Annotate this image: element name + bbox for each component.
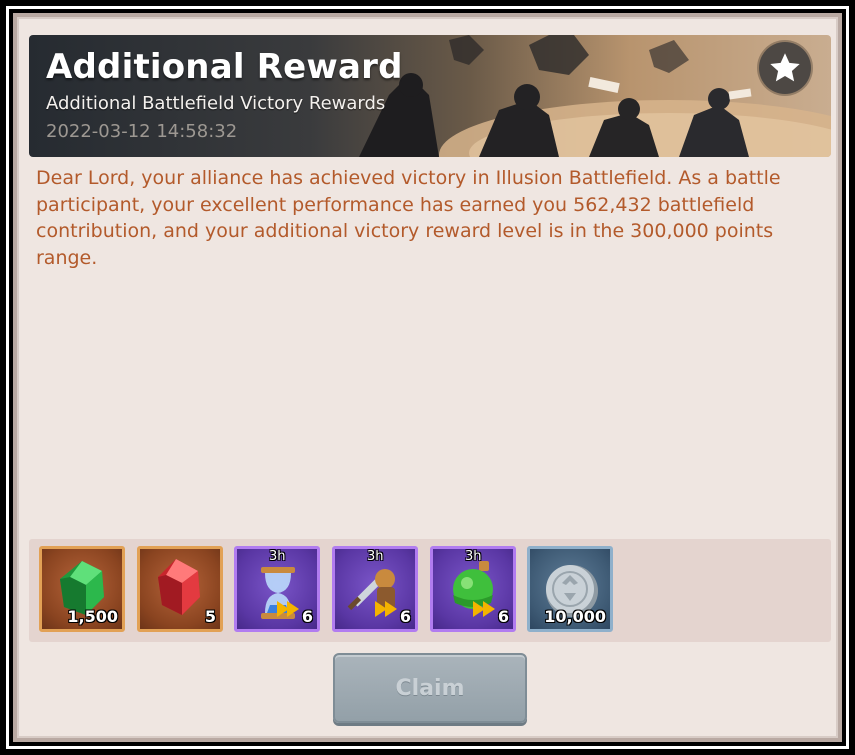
reward-duration: 3h	[367, 549, 384, 564]
reward-item-ruby[interactable]: 5	[137, 546, 223, 632]
reward-quantity: 6	[399, 607, 411, 626]
claim-button[interactable]: Claim	[333, 653, 527, 723]
mail-subtitle: Additional Battlefield Victory Rewards	[46, 93, 386, 114]
reward-quantity: 6	[497, 607, 509, 626]
reward-quantity: 10,000	[544, 607, 606, 626]
mail-timestamp: 2022-03-12 14:58:32	[46, 121, 238, 142]
favorite-button[interactable]	[759, 42, 811, 94]
reward-item-silver-coin[interactable]: 10,000	[527, 546, 613, 632]
reward-item-potion-speedup[interactable]: 3h 6	[430, 546, 516, 632]
reward-item-training-speedup[interactable]: 3h 6	[332, 546, 418, 632]
reward-quantity: 5	[204, 607, 216, 626]
mail-message: Dear Lord, your alliance has achieved vi…	[36, 167, 781, 269]
reward-quantity: 6	[301, 607, 313, 626]
reward-duration: 3h	[269, 549, 286, 564]
reward-item-hourglass-speedup[interactable]: 3h 6	[234, 546, 320, 632]
reward-duration: 3h	[465, 549, 482, 564]
reward-item-emerald[interactable]: 1,500	[39, 546, 125, 632]
reward-quantity: 1,500	[67, 607, 118, 626]
mail-title: Additional Reward	[46, 47, 403, 87]
star-icon	[770, 53, 800, 82]
